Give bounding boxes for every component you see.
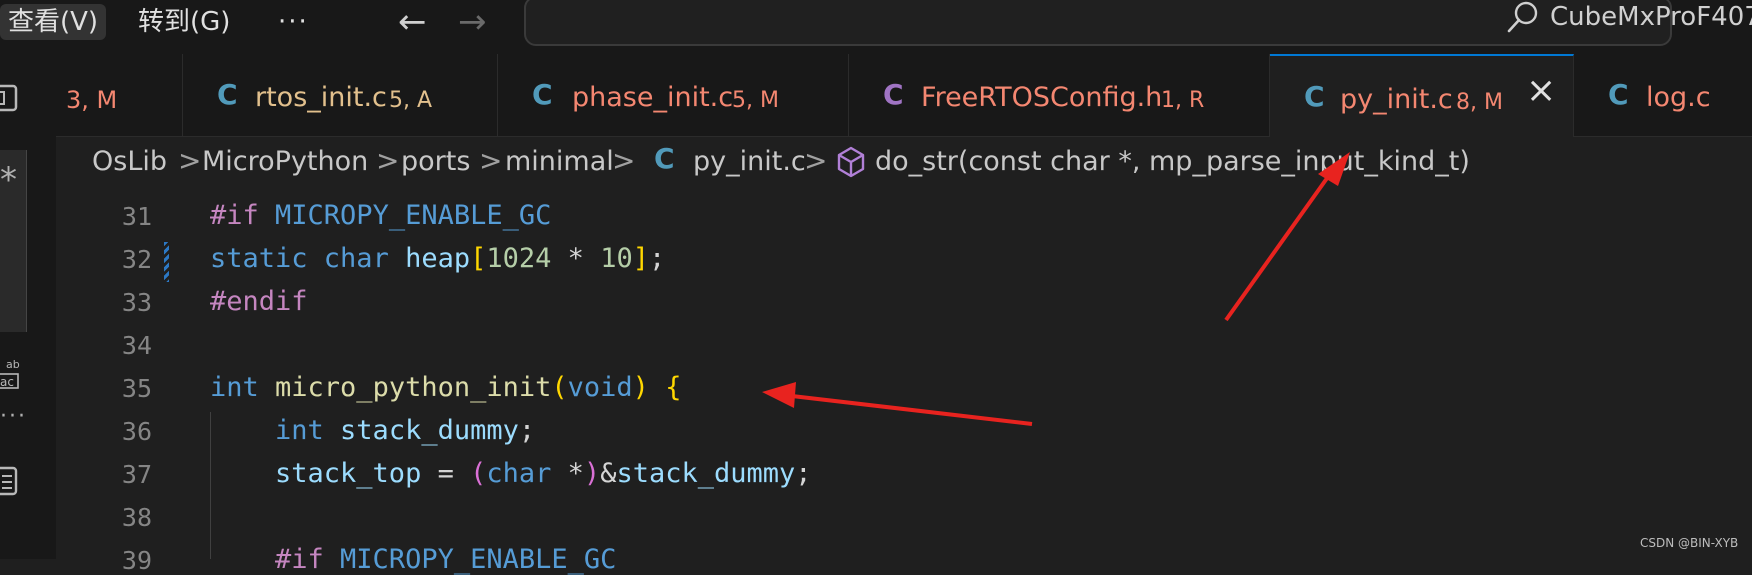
red-arrow-icon bbox=[1224, 152, 1350, 322]
annotation-arrows bbox=[762, 152, 1350, 426]
red-arrow-icon bbox=[762, 382, 1033, 426]
